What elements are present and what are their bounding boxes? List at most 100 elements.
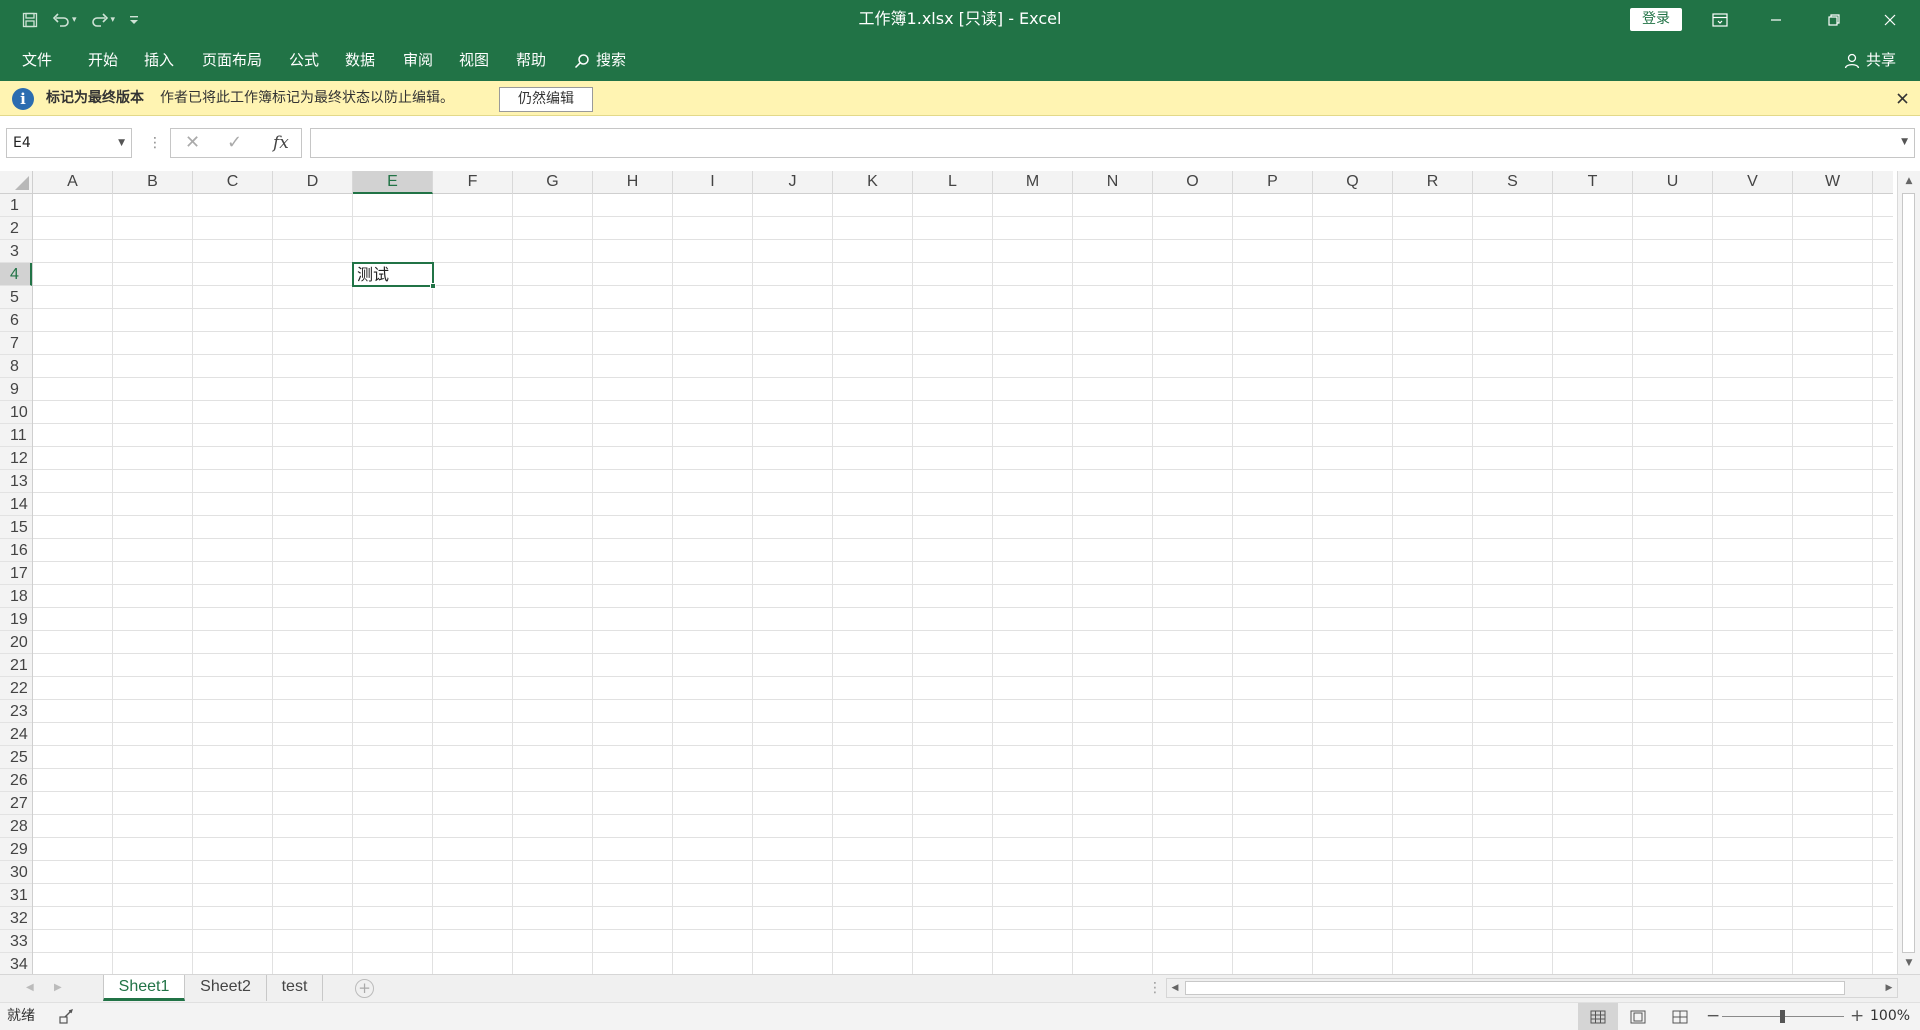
- column-header-o[interactable]: O: [1153, 171, 1233, 194]
- ribbon-display-options-button[interactable]: [1692, 0, 1748, 40]
- sheet-tab-sheet2[interactable]: Sheet2: [185, 975, 267, 1001]
- tab-file[interactable]: 文件: [22, 40, 52, 81]
- row-header-27[interactable]: 27: [0, 792, 32, 815]
- tab-formulas[interactable]: 公式: [289, 40, 319, 81]
- drag-handle-icon[interactable]: ⋮: [148, 134, 162, 152]
- tab-help[interactable]: 帮助: [516, 40, 546, 81]
- sheet-tab-sheet1[interactable]: Sheet1: [103, 975, 185, 1001]
- row-header-15[interactable]: 15: [0, 516, 32, 539]
- column-header-f[interactable]: F: [433, 171, 513, 194]
- column-header-h[interactable]: H: [593, 171, 673, 194]
- row-header-20[interactable]: 20: [0, 631, 32, 654]
- chevron-down-icon[interactable]: ▼: [118, 129, 125, 157]
- row-header-29[interactable]: 29: [0, 838, 32, 861]
- row-header-17[interactable]: 17: [0, 562, 32, 585]
- zoom-level[interactable]: 100%: [1870, 1003, 1910, 1030]
- select-all-button[interactable]: [0, 171, 33, 194]
- column-header-s[interactable]: S: [1473, 171, 1553, 194]
- column-header-j[interactable]: J: [753, 171, 833, 194]
- edit-anyway-button[interactable]: 仍然编辑: [499, 87, 593, 112]
- row-header-6[interactable]: 6: [0, 309, 32, 332]
- sheet-tab-test[interactable]: test: [267, 975, 323, 1001]
- horizontal-scroll-thumb[interactable]: [1185, 981, 1845, 995]
- insert-function-button[interactable]: fx: [273, 129, 289, 157]
- column-header-i[interactable]: I: [673, 171, 753, 194]
- row-header-5[interactable]: 5: [0, 286, 32, 309]
- normal-view-button[interactable]: [1578, 1003, 1618, 1030]
- share-button[interactable]: 共享: [1844, 40, 1896, 81]
- zoom-slider-thumb[interactable]: [1780, 1010, 1785, 1023]
- column-header-w[interactable]: W: [1793, 171, 1873, 194]
- horizontal-scrollbar[interactable]: ◀ ▶: [1166, 978, 1898, 998]
- row-header-1[interactable]: 1: [0, 194, 32, 217]
- tab-review[interactable]: 审阅: [403, 40, 433, 81]
- name-box[interactable]: E4 ▼: [6, 128, 132, 158]
- column-header-k[interactable]: K: [833, 171, 913, 194]
- row-header-25[interactable]: 25: [0, 746, 32, 769]
- row-header-32[interactable]: 32: [0, 907, 32, 930]
- column-header-l[interactable]: L: [913, 171, 993, 194]
- column-header-b[interactable]: B: [113, 171, 193, 194]
- macro-recording-icon[interactable]: [58, 1009, 74, 1029]
- minimize-button[interactable]: [1748, 0, 1804, 40]
- column-header-q[interactable]: Q: [1313, 171, 1393, 194]
- active-cell[interactable]: 测试: [352, 262, 436, 289]
- row-header-19[interactable]: 19: [0, 608, 32, 631]
- row-header-31[interactable]: 31: [0, 884, 32, 907]
- column-header-e[interactable]: E: [353, 171, 433, 194]
- split-handle-icon[interactable]: ⋮: [1148, 975, 1162, 1001]
- row-header-12[interactable]: 12: [0, 447, 32, 470]
- row-header-9[interactable]: 9: [0, 378, 32, 401]
- login-button[interactable]: 登录: [1630, 8, 1682, 31]
- vertical-scrollbar[interactable]: ▲ ▼: [1897, 171, 1920, 974]
- cancel-icon[interactable]: ✕: [185, 129, 200, 157]
- row-header-22[interactable]: 22: [0, 677, 32, 700]
- row-header-26[interactable]: 26: [0, 769, 32, 792]
- row-header-4[interactable]: 4: [0, 263, 32, 286]
- scroll-up-icon[interactable]: ▲: [1898, 173, 1920, 189]
- zoom-in-button[interactable]: +: [1850, 1003, 1864, 1030]
- undo-button[interactable]: ▾: [52, 12, 77, 28]
- tab-page-layout[interactable]: 页面布局: [202, 40, 262, 81]
- page-break-view-button[interactable]: [1660, 1003, 1700, 1030]
- row-header-24[interactable]: 24: [0, 723, 32, 746]
- vertical-scroll-thumb[interactable]: [1902, 193, 1915, 953]
- row-header-16[interactable]: 16: [0, 539, 32, 562]
- page-layout-view-button[interactable]: [1618, 1003, 1658, 1030]
- scroll-right-icon[interactable]: ▶: [1882, 979, 1896, 997]
- save-button[interactable]: [22, 12, 38, 28]
- message-close-button[interactable]: [1897, 81, 1908, 116]
- row-header-11[interactable]: 11: [0, 424, 32, 447]
- column-header-a[interactable]: A: [33, 171, 113, 194]
- column-header-g[interactable]: G: [513, 171, 593, 194]
- row-header-28[interactable]: 28: [0, 815, 32, 838]
- row-header-18[interactable]: 18: [0, 585, 32, 608]
- scroll-left-icon[interactable]: ◀: [1168, 979, 1182, 997]
- column-header-d[interactable]: D: [273, 171, 353, 194]
- column-header-p[interactable]: P: [1233, 171, 1313, 194]
- add-sheet-button[interactable]: +: [355, 979, 374, 998]
- formula-input[interactable]: ▼: [310, 128, 1915, 158]
- row-header-13[interactable]: 13: [0, 470, 32, 493]
- tab-view[interactable]: 视图: [459, 40, 489, 81]
- close-button[interactable]: [1862, 0, 1918, 40]
- enter-icon[interactable]: ✓: [227, 129, 242, 157]
- tab-home[interactable]: 开始: [88, 40, 118, 81]
- fill-handle[interactable]: [430, 283, 436, 289]
- row-header-2[interactable]: 2: [0, 217, 32, 240]
- column-header-m[interactable]: M: [993, 171, 1073, 194]
- column-header-t[interactable]: T: [1553, 171, 1633, 194]
- row-header-23[interactable]: 23: [0, 700, 32, 723]
- column-header-n[interactable]: N: [1073, 171, 1153, 194]
- column-header-v[interactable]: V: [1713, 171, 1793, 194]
- row-header-34[interactable]: 34: [0, 953, 32, 974]
- zoom-out-button[interactable]: −: [1706, 1003, 1720, 1030]
- expand-formula-bar-icon[interactable]: ▼: [1901, 137, 1908, 147]
- customize-qat-button[interactable]: [129, 14, 139, 26]
- row-header-7[interactable]: 7: [0, 332, 32, 355]
- row-header-30[interactable]: 30: [0, 861, 32, 884]
- previous-sheet-icon[interactable]: ◀: [26, 975, 34, 1001]
- tab-insert[interactable]: 插入: [144, 40, 174, 81]
- row-header-21[interactable]: 21: [0, 654, 32, 677]
- next-sheet-icon[interactable]: ▶: [54, 975, 62, 1001]
